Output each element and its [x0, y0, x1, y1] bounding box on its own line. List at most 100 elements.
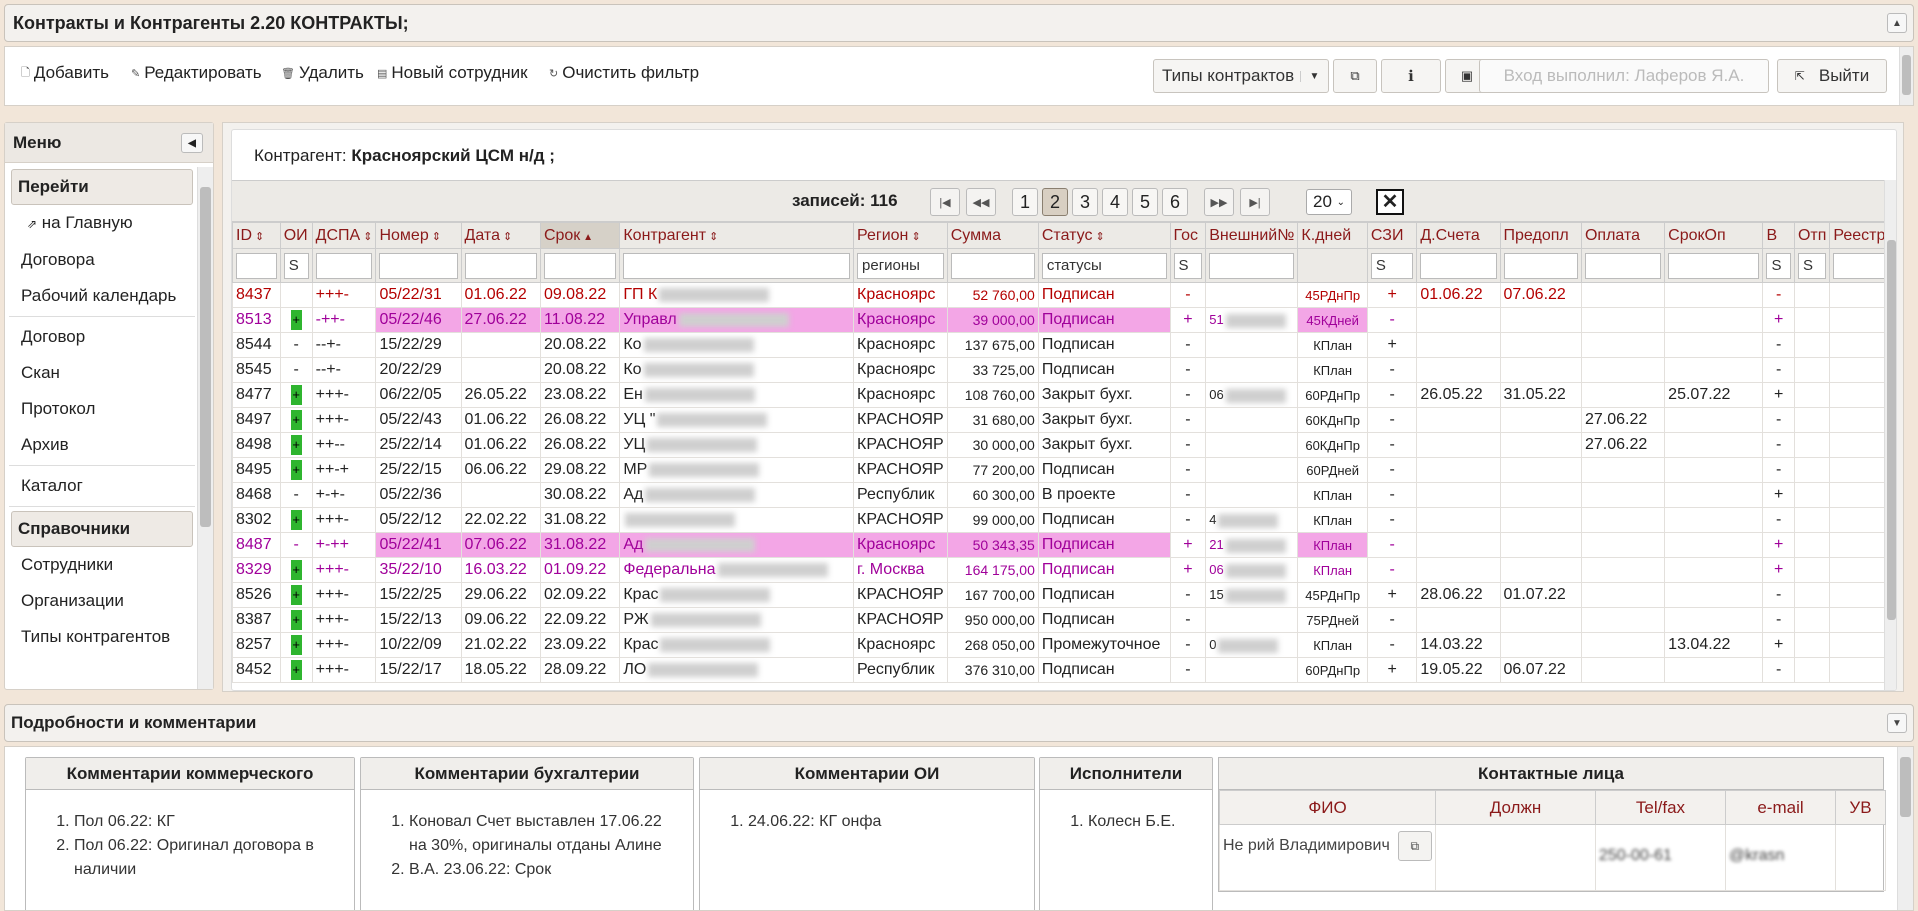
- table-row[interactable]: 8495 + ++-+ 25/22/15 06.06.22 29.08.22 МР КРАСН…: [232, 457, 1896, 483]
- table-row[interactable]: 8526 + +++- 15/22/25 29.06.22 02.09.22 Крас КРА…: [232, 582, 1896, 608]
- copy-button[interactable]: ⧉: [1333, 59, 1377, 93]
- col-header[interactable]: ОИ: [279, 222, 313, 249]
- sidebar-section-go[interactable]: Перейти: [11, 169, 193, 205]
- details-scrollbar[interactable]: [1897, 747, 1913, 910]
- table-row[interactable]: 8487- +-++ 05/22/41 07.06.22 31.08.22 Ад Красн…: [232, 532, 1896, 558]
- next-page-icon[interactable]: ▶▶: [1204, 188, 1234, 216]
- prev-page-icon[interactable]: ◀◀: [966, 188, 996, 216]
- sidebar-section-references[interactable]: Справочники: [11, 511, 193, 547]
- sidebar-item-catalog[interactable]: Каталог: [9, 468, 195, 504]
- filter-input[interactable]: [315, 252, 373, 279]
- col-header[interactable]: В: [1762, 222, 1795, 249]
- filter-input[interactable]: [1209, 252, 1295, 279]
- filter-select[interactable]: S: [1766, 252, 1791, 279]
- col-header[interactable]: Сумма: [946, 222, 1039, 249]
- col-header[interactable]: Регион ⇕: [853, 222, 948, 249]
- last-page-icon[interactable]: ▶|: [1240, 188, 1270, 216]
- page-size-select[interactable]: 20 ⌄: [1306, 189, 1352, 215]
- filter-select[interactable]: S: [1370, 252, 1414, 279]
- filter-input[interactable]: [379, 252, 458, 279]
- filter-input[interactable]: [623, 252, 851, 279]
- sidebar-item-kontr-types[interactable]: Типы контрагентов: [9, 619, 195, 655]
- col-header[interactable]: Оплата: [1580, 222, 1666, 249]
- col-header[interactable]: Отп: [1793, 222, 1831, 249]
- info-button[interactable]: ℹ: [1381, 59, 1441, 93]
- filter-input[interactable]: [1503, 252, 1578, 279]
- sidebar-item-contract[interactable]: Договор: [9, 319, 195, 355]
- table-row[interactable]: 8437 +++- 05/22/31 01.06.22 09.08.22 ГП К Крас…: [232, 282, 1896, 308]
- filter-input[interactable]: [950, 252, 1035, 279]
- col-header[interactable]: СрокОп: [1664, 222, 1764, 249]
- page-3-button[interactable]: 3: [1072, 188, 1098, 216]
- table-row[interactable]: 8329 + +++- 35/22/10 16.03.22 01.09.22 Федерал…: [232, 557, 1896, 583]
- first-page-icon[interactable]: |◀: [930, 188, 960, 216]
- edit-button[interactable]: ✎ Редактировать: [131, 63, 262, 83]
- table-row[interactable]: 8387 + +++- 15/22/13 09.06.22 22.09.22 РЖ КРАСН…: [232, 607, 1896, 633]
- filter-select[interactable]: S: [1173, 252, 1203, 279]
- filter-input[interactable]: [1584, 252, 1662, 279]
- col-header[interactable]: Д.Счета: [1416, 222, 1501, 249]
- filter-select[interactable]: статусы: [1041, 252, 1167, 279]
- table-row[interactable]: 8468- +-+- 05/22/36 30.08.22 Ад Республик 60 3…: [232, 482, 1896, 508]
- logout-button[interactable]: ⇱ Выйти: [1777, 59, 1887, 93]
- col-header[interactable]: Предопл: [1499, 222, 1582, 249]
- sidebar-scrollbar[interactable]: [197, 167, 213, 689]
- page-4-button[interactable]: 4: [1102, 188, 1128, 216]
- col-header[interactable]: СЗИ: [1366, 222, 1418, 249]
- table-row[interactable]: 8452 + +++- 15/22/17 18.05.22 28.09.22 ЛО Респу…: [232, 657, 1896, 683]
- table-row[interactable]: 8257 + +++- 10/22/09 21.02.22 23.09.22 Крас Кра…: [232, 632, 1896, 658]
- filter-input[interactable]: [1668, 252, 1760, 279]
- col-header[interactable]: Статус ⇕: [1037, 222, 1171, 249]
- grid-scrollbar[interactable]: [1884, 180, 1896, 690]
- page-5-button[interactable]: 5: [1132, 188, 1158, 216]
- col-header[interactable]: Внешний№: [1205, 222, 1299, 249]
- filter-input[interactable]: [543, 252, 617, 279]
- sidebar-item-calendar[interactable]: Рабочий календарь: [9, 278, 195, 314]
- table-row[interactable]: 8498 + ++-- 25/22/14 01.06.22 26.08.22 УЦ КРАСН…: [232, 432, 1896, 458]
- add-button[interactable]: 🗋 Добавить: [21, 63, 109, 83]
- sidebar-item-employees[interactable]: Сотрудники: [9, 547, 195, 583]
- new-employee-button[interactable]: ▤ Новый сотрудник: [377, 63, 528, 83]
- filter-input[interactable]: [1420, 252, 1497, 279]
- col-header[interactable]: К.дней: [1297, 222, 1368, 249]
- sidebar-item-archive[interactable]: Архив: [9, 427, 195, 463]
- toolbar-scrollbar[interactable]: [1899, 47, 1913, 105]
- filter-select[interactable]: S: [1797, 252, 1827, 279]
- col-header[interactable]: Дата ⇕: [460, 222, 541, 249]
- table-row[interactable]: 8544- --+- 15/22/29 20.08.22 Ко Красноярс 137 …: [232, 332, 1896, 358]
- sidebar-item-organizations[interactable]: Организации: [9, 583, 195, 619]
- collapse-up-icon[interactable]: ▲: [1887, 13, 1907, 33]
- copy-icon[interactable]: ⧉: [1397, 831, 1432, 861]
- col-header[interactable]: Контрагент ⇕: [619, 222, 855, 249]
- collapse-down-icon[interactable]: ▼: [1887, 713, 1907, 733]
- sidebar-item-home[interactable]: ⇗ на Главную: [9, 205, 195, 242]
- page-6-button[interactable]: 6: [1162, 188, 1188, 216]
- col-header[interactable]: Номер ⇕: [375, 222, 462, 249]
- contracts-panel: Контрагент: Красноярский ЦСМ н/д ; запис…: [231, 129, 1897, 691]
- sidebar-item-contracts[interactable]: Договора: [9, 242, 195, 278]
- page-2-button[interactable]: 2: [1042, 188, 1068, 216]
- clear-filter-button[interactable]: ↻ Очистить фильтр: [549, 63, 699, 83]
- table-row[interactable]: 8302 + +++- 05/22/12 22.02.22 31.08.22 КРАСНОЯ…: [232, 507, 1896, 533]
- cell-value: -: [1185, 411, 1191, 428]
- sidebar-item-protocol[interactable]: Протокол: [9, 391, 195, 427]
- contact-row[interactable]: Не рий Владимирович ⧉ 250-00-61 @krasn: [1219, 824, 1886, 891]
- sidebar-item-scan[interactable]: Скан: [9, 355, 195, 391]
- filter-input[interactable]: [464, 252, 537, 279]
- page-1-button[interactable]: 1: [1012, 188, 1038, 216]
- contract-types-select[interactable]: Типы контрактов ▼: [1153, 59, 1329, 93]
- col-header[interactable]: Гос: [1169, 222, 1207, 249]
- table-row[interactable]: 8545- --+- 20/22/29 20.08.22 Ко Красноярс 33 7…: [232, 357, 1896, 383]
- close-x-icon[interactable]: ✕: [1376, 189, 1404, 215]
- table-row[interactable]: 8497 + +++- 05/22/43 01.06.22 26.08.22 УЦ " КРА…: [232, 407, 1896, 433]
- filter-input[interactable]: [236, 252, 277, 279]
- col-header[interactable]: ID ⇕: [232, 222, 281, 249]
- delete-button[interactable]: 🗑 Удалить: [281, 63, 364, 83]
- col-header[interactable]: ДСПА ⇕: [311, 222, 377, 249]
- col-header[interactable]: Срок ▲: [539, 222, 621, 249]
- table-row[interactable]: 8477 + +++- 06/22/05 26.05.22 23.08.22 Ен Красн…: [232, 382, 1896, 408]
- filter-select[interactable]: S: [283, 252, 309, 279]
- collapse-left-icon[interactable]: ◀: [181, 133, 203, 153]
- filter-select[interactable]: регионы: [857, 252, 944, 279]
- table-row[interactable]: 8513 + -++- 05/22/46 27.06.22 11.08.22 Управл К…: [232, 307, 1896, 333]
